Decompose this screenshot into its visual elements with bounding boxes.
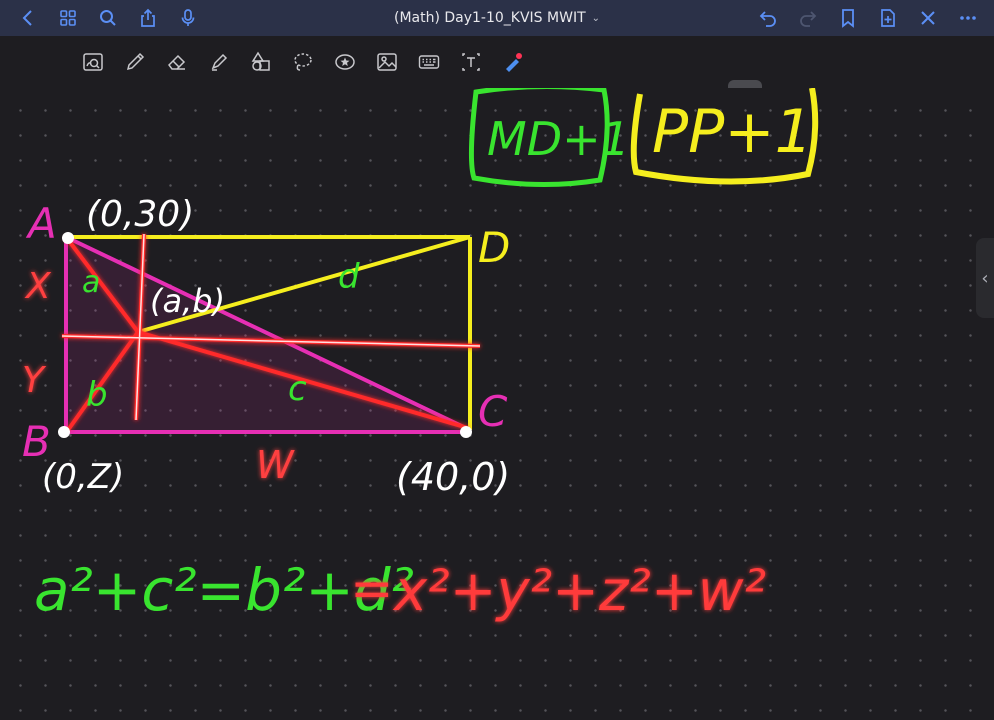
zoom-box-icon[interactable] [72,44,114,80]
back-chevron-icon[interactable] [8,0,48,36]
coord-p: (a,b) [150,282,225,320]
image-icon[interactable] [366,44,408,80]
label-seg-c: c [288,369,307,409]
keyboard-icon[interactable] [408,44,450,80]
label-y: Y [22,360,47,401]
undo-icon[interactable] [748,0,788,36]
label-a: A [25,199,57,248]
coord-b: (0,Z) [42,457,124,497]
lasso-icon[interactable] [282,44,324,80]
equation-right-group: = x²+y²+z²+w² [350,559,766,624]
label-c: C [478,387,508,436]
text-tool-icon[interactable] [450,44,492,80]
bookmark-icon[interactable] [828,0,868,36]
note-canvas[interactable]: MD+1 PP+1 A B D C (0,30) (a,b) (40,0) (0… [0,88,994,720]
document-title-button[interactable]: (Math) Day1-10_KVIS MWIT ⌄ [394,10,600,26]
eraser-icon[interactable] [156,44,198,80]
pen-icon[interactable] [114,44,156,80]
pp-tag: PP+1 [630,88,819,185]
label-seg-d: d [338,257,360,297]
top-bar: (Math) Day1-10_KVIS MWIT ⌄ [0,0,994,36]
search-icon[interactable] [88,0,128,36]
handwriting-layer: MD+1 PP+1 A B D C (0,30) (a,b) (40,0) (0… [22,88,819,624]
pp-tag-text: PP+1 [652,97,813,167]
sticker-icon[interactable] [324,44,366,80]
label-seg-a: a [82,265,100,300]
coord-c: (40,0) [396,455,510,499]
document-title: (Math) Day1-10_KVIS MWIT [393,10,586,26]
microphone-icon[interactable] [168,0,208,36]
md-tag-text: MD+1 [487,112,630,166]
highlighter-icon[interactable] [198,44,240,80]
top-bar-left [8,0,208,36]
add-page-icon[interactable] [868,0,908,36]
chevron-down-icon: ⌄ [591,12,601,24]
coord-a: (0,30) [86,194,194,235]
laser-pointer-icon[interactable] [492,44,534,80]
tool-bar [0,36,994,114]
close-icon[interactable] [908,0,948,36]
grid-icon[interactable] [48,0,88,36]
tool-list [72,44,534,80]
equation-right: x²+y²+z²+w² [392,559,766,624]
equation-equals: = [350,559,394,619]
more-icon[interactable] [948,0,988,36]
label-d: D [478,223,510,272]
point-c-dot [460,426,472,438]
label-seg-b: b [86,375,108,415]
label-w: W [256,443,295,487]
md-tag: MD+1 [468,88,630,188]
sidebar-toggle-chevron-icon[interactable]: ‹ [976,238,994,318]
top-bar-right [748,0,988,36]
share-icon[interactable] [128,0,168,36]
point-a-dot [62,232,74,244]
shapes-icon[interactable] [240,44,282,80]
point-b-dot [58,426,70,438]
redo-icon[interactable] [788,0,828,36]
shaded-triangle [66,237,470,432]
label-x: X [24,266,52,307]
